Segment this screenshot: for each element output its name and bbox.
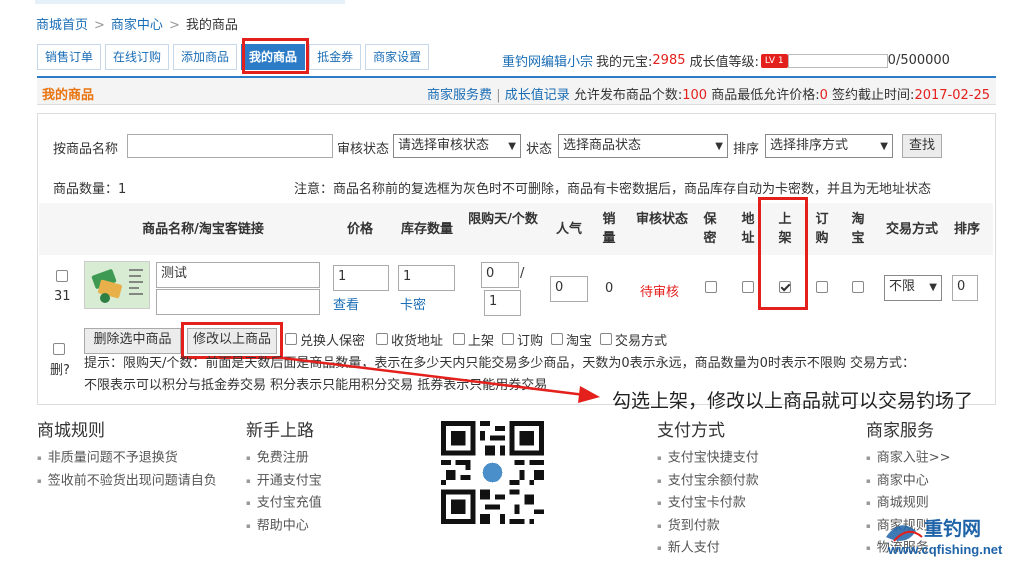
footer-link[interactable]: 支付宝快捷支付 [657,447,759,470]
logo-url: www.cqfishing.net [887,542,1003,557]
footer-link[interactable]: 支付宝充值 [246,492,322,515]
annotation-note: 勾选上架，修改以上商品就可以交易钓场了 [612,390,974,412]
footer-title: 商家服务 [866,421,934,441]
footer-link[interactable]: 非质量问题不予退换货 [37,447,217,470]
footer-column-newbie: 新手上路 免费注册 开通支付宝 支付宝充值 帮助中心 [246,416,322,537]
site-logo: 重钓网 www.cqfishing.net [882,511,1034,559]
qr-code-icon [441,421,544,524]
footer-link[interactable]: 开通支付宝 [246,470,322,493]
footer-link[interactable]: 新人支付 [657,537,759,560]
footer-link[interactable]: 支付宝余额付款 [657,470,759,493]
footer-link[interactable]: 签收前不验货出现问题请自负 [37,470,217,493]
footer-link[interactable]: 免费注册 [246,447,322,470]
footer-link[interactable]: 商家中心 [866,470,951,493]
footer-link[interactable]: 货到付款 [657,515,759,538]
footer-link[interactable]: 商家入驻>> [866,447,951,470]
footer-title: 支付方式 [657,421,725,441]
footer-link[interactable]: 支付宝卡付款 [657,492,759,515]
footer-column-payment: 支付方式 支付宝快捷支付 支付宝余额付款 支付宝卡付款 货到付款 新人支付 [657,416,759,560]
footer-column-rules: 商城规则 非质量问题不予退换货 签收前不验货出现问题请自负 [37,416,217,492]
logo-wordmark: 重钓网 [924,517,981,540]
footer-title: 商城规则 [37,421,105,441]
footer-link[interactable]: 帮助中心 [246,515,322,538]
footer-title: 新手上路 [246,421,314,441]
